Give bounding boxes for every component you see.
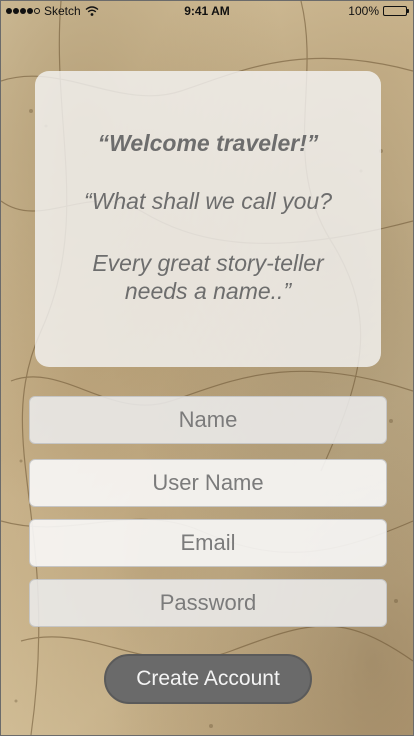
welcome-question: “What shall we call you? <box>84 188 332 214</box>
name-input[interactable] <box>29 396 387 444</box>
welcome-title: “Welcome traveler!” <box>97 130 319 156</box>
battery-percent: 100% <box>348 4 379 18</box>
battery-icon <box>383 6 409 16</box>
email-input[interactable] <box>29 519 387 567</box>
status-bar: Sketch 9:41 AM 100% <box>1 1 413 21</box>
create-account-button[interactable]: Create Account <box>104 654 312 704</box>
app-screen: Sketch 9:41 AM 100% “Welcome traveler!” … <box>0 0 414 736</box>
welcome-line-3: needs a name..” <box>124 278 292 304</box>
password-input[interactable] <box>29 579 387 627</box>
status-bar-right: 100% <box>348 4 409 18</box>
username-input[interactable] <box>29 459 387 507</box>
welcome-card: “Welcome traveler!” “What shall we call … <box>35 71 381 367</box>
welcome-line-2: Every great story-teller <box>92 250 324 276</box>
